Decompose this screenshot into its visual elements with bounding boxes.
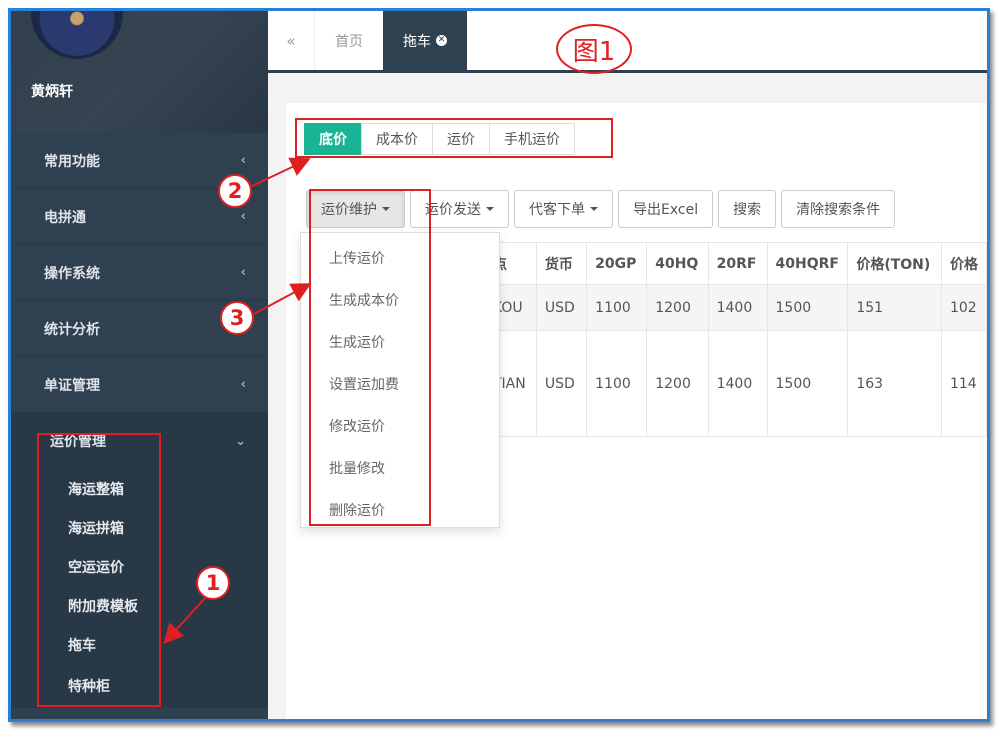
proxy-order-button[interactable]: 代客下单 <box>514 190 613 228</box>
export-excel-button[interactable]: 导出Excel <box>618 190 714 228</box>
table-cell: 114 <box>940 330 987 437</box>
table-cell: 1500 <box>766 284 849 331</box>
rate-maintain-dropdown: 上传运价 生成成本价 生成运价 设置运加费 修改运价 批量修改 删除运价 <box>300 232 500 528</box>
dropdown-item-generate-cost[interactable]: 生成成本价 <box>301 279 499 321</box>
annotation-badge-2: 2 <box>218 174 252 208</box>
tab-home[interactable]: 首页 <box>315 11 383 70</box>
annotation-badge-1: 1 <box>196 566 230 600</box>
column-header[interactable]: 40HQ <box>646 242 709 285</box>
toolbar: 运价维护 运价发送 代客下单 导出Excel 搜索 清除搜索条件 <box>306 190 900 228</box>
table-cell: USD <box>535 284 588 331</box>
menu-label: 单证管理 <box>44 377 100 394</box>
dropdown-item-batch-edit[interactable]: 批量修改 <box>301 447 499 489</box>
dropdown-item-set-surcharge[interactable]: 设置运加费 <box>301 363 499 405</box>
menu-item-freight[interactable]: 运价管理 ⌄ <box>11 413 268 469</box>
menu-label: 统计分析 <box>44 321 100 338</box>
chevron-left-icon: ‹ <box>240 377 246 392</box>
menu-label: 电拼通 <box>44 209 86 226</box>
menu-label: 操作系统 <box>44 265 100 282</box>
column-header[interactable]: 20RF <box>707 242 768 285</box>
table-header-row: 点 货币 20GP 40HQ 20RF 40HQRF 价格(TON) 价格 <box>484 242 987 285</box>
segment-mobile-price[interactable]: 手机运价 <box>489 123 575 155</box>
submenu-item-sea-fcl[interactable]: 海运整箱 <box>11 469 268 508</box>
profile-area: 黄炳轩 <box>11 11 268 133</box>
menu-group-freight: 运价管理 ⌄ 海运整箱 海运拼箱 空运运价 附加费模板 拖车 特种柜 <box>11 413 268 708</box>
table-row[interactable]: TIAN USD 1100 1200 1400 1500 163 114 <box>484 330 987 437</box>
column-header[interactable]: 40HQRF <box>766 242 849 285</box>
table-cell: 151 <box>847 284 942 331</box>
caret-down-icon <box>382 207 390 211</box>
caret-down-icon <box>486 207 494 211</box>
column-header[interactable]: 20GP <box>586 242 648 285</box>
rate-send-button[interactable]: 运价发送 <box>410 190 509 228</box>
rate-table: 点 货币 20GP 40HQ 20RF 40HQRF 价格(TON) 价格 KO… <box>484 242 987 437</box>
table-cell: 102 <box>940 284 987 331</box>
rate-maintain-button[interactable]: 运价维护 <box>306 190 405 228</box>
submenu-item-trucking[interactable]: 拖车 <box>11 625 268 664</box>
chevron-left-icon: ‹ <box>240 209 246 224</box>
dropdown-item-upload-rate[interactable]: 上传运价 <box>301 237 499 279</box>
table-cell: 163 <box>847 330 942 437</box>
table-cell: 1200 <box>646 284 709 331</box>
clear-search-button[interactable]: 清除搜索条件 <box>781 190 896 228</box>
table-cell: 1100 <box>586 284 648 331</box>
button-label: 代客下单 <box>529 202 585 218</box>
tab-trucking[interactable]: 拖车 ✕ <box>383 11 467 70</box>
caret-down-icon <box>590 207 598 211</box>
chevron-left-icon: ‹ <box>240 153 246 168</box>
figure-label: 图1 <box>556 24 632 74</box>
dropdown-item-edit-rate[interactable]: 修改运价 <box>301 405 499 447</box>
price-type-tabs: 底价 成本价 运价 手机运价 <box>304 123 575 155</box>
chevron-down-icon: ⌄ <box>235 433 246 449</box>
menu-item-operation[interactable]: 操作系统 ‹ <box>11 245 268 301</box>
button-label: 运价发送 <box>425 202 481 218</box>
table-cell: USD <box>535 330 588 437</box>
column-header[interactable]: 货币 <box>535 242 588 285</box>
submenu-item-sea-lcl[interactable]: 海运拼箱 <box>11 508 268 547</box>
dropdown-item-delete-rate[interactable]: 删除运价 <box>301 489 499 531</box>
table-cell: 1400 <box>707 284 768 331</box>
annotation-badge-3: 3 <box>220 301 254 335</box>
sidebar: 黄炳轩 常用功能 ‹ 电拼通 ‹ 操作系统 ‹ 统计分析 ‹ 单证管理 ‹ 运价… <box>11 11 268 719</box>
submenu-item-special-container[interactable]: 特种柜 <box>11 664 268 708</box>
table-cell: 1400 <box>707 330 768 437</box>
avatar[interactable] <box>31 11 123 59</box>
menu-label: 常用功能 <box>44 153 100 170</box>
search-button[interactable]: 搜索 <box>718 190 777 228</box>
segment-base-price[interactable]: 底价 <box>304 123 362 155</box>
username: 黄炳轩 <box>31 84 73 100</box>
double-chevron-left-icon[interactable]: « <box>268 11 315 70</box>
segment-cost-price[interactable]: 成本价 <box>361 123 433 155</box>
menu-label: 运价管理 <box>50 434 106 450</box>
table-cell: 1100 <box>586 330 648 437</box>
chevron-left-icon: ‹ <box>240 265 246 280</box>
table-cell: 1500 <box>766 330 849 437</box>
dropdown-item-generate-rate[interactable]: 生成运价 <box>301 321 499 363</box>
table-cell: 1200 <box>646 330 709 437</box>
close-icon[interactable]: ✕ <box>436 35 447 46</box>
tab-label: 拖车 <box>403 33 431 50</box>
button-label: 运价维护 <box>321 202 377 218</box>
menu-item-documents[interactable]: 单证管理 ‹ <box>11 357 268 413</box>
submenu-item-surcharge-template[interactable]: 附加费模板 <box>11 586 268 625</box>
column-header[interactable]: 价格 <box>940 242 987 285</box>
segment-freight-price[interactable]: 运价 <box>432 123 490 155</box>
column-header[interactable]: 价格(TON) <box>847 242 942 285</box>
table-row[interactable]: KOU USD 1100 1200 1400 1500 151 102 <box>484 284 987 331</box>
